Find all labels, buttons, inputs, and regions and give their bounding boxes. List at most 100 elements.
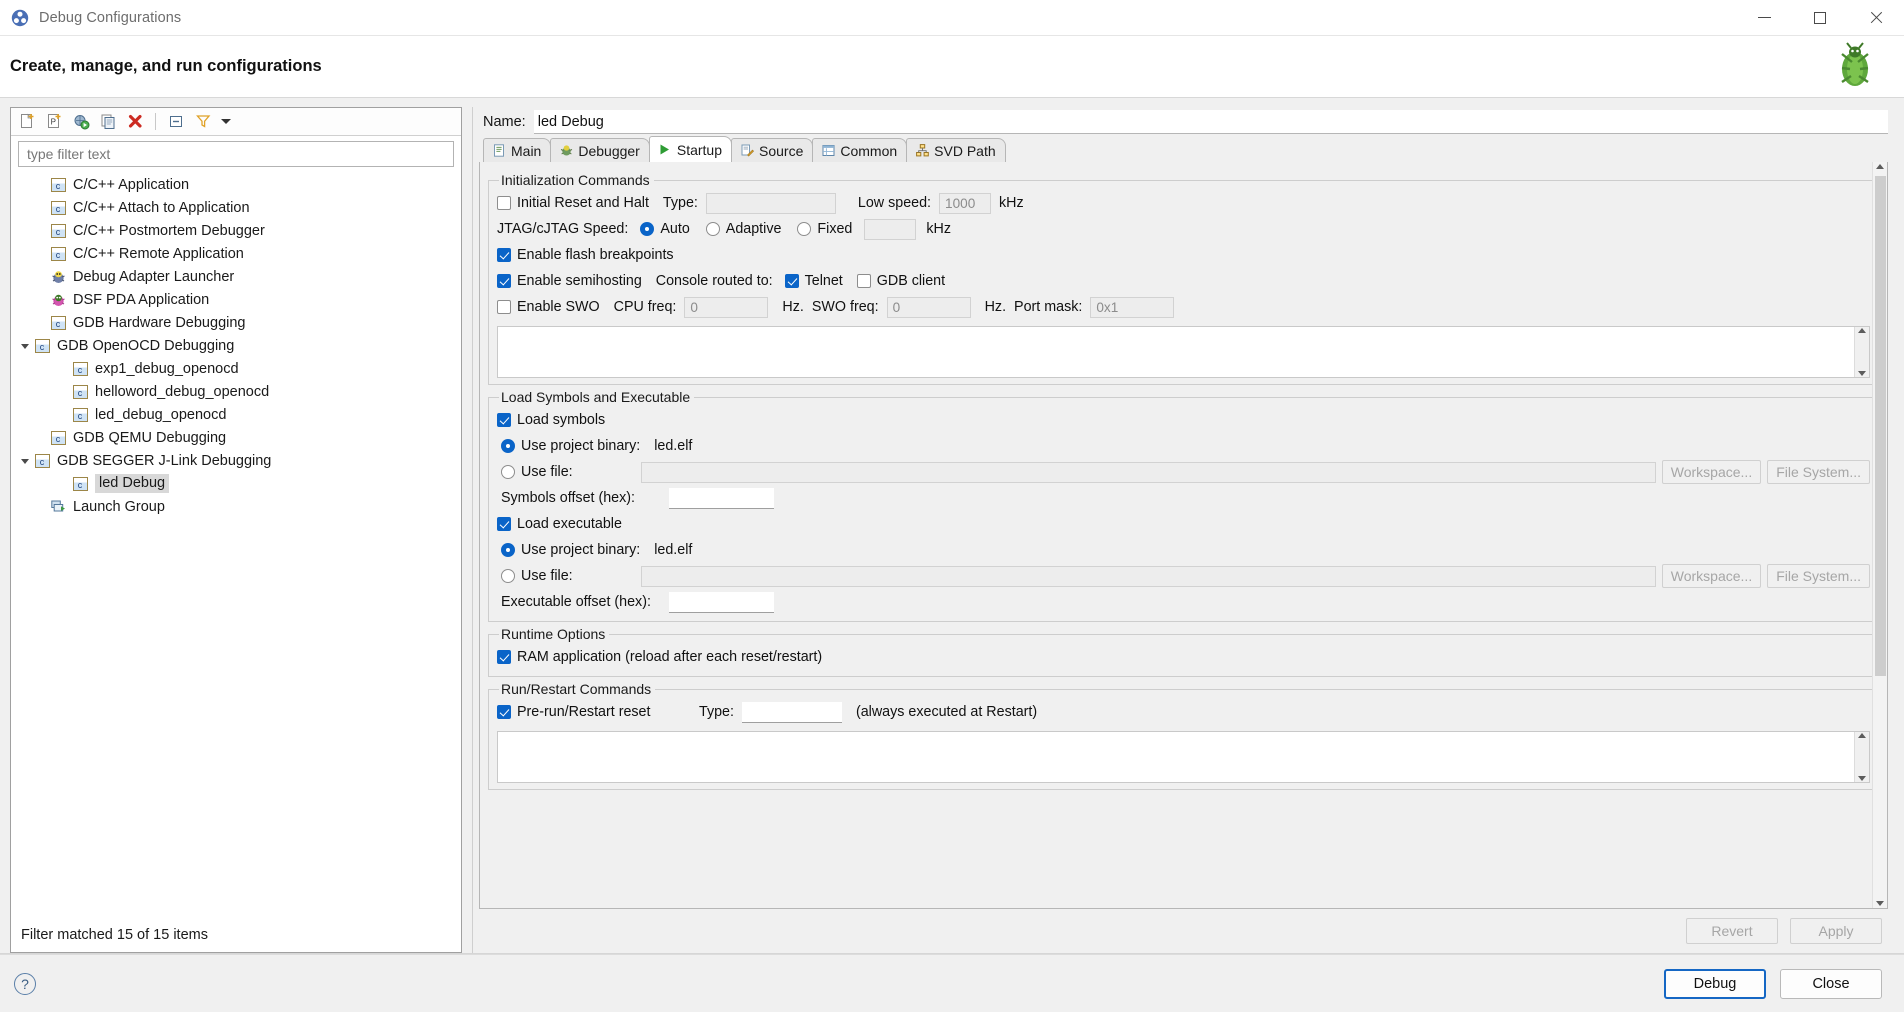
telnet-checkbox[interactable]	[784, 274, 799, 288]
tab-startup[interactable]: Startup	[648, 136, 732, 162]
export-icon[interactable]	[69, 111, 93, 133]
close-button[interactable]	[1848, 0, 1904, 36]
jtag-fixed-option[interactable]: Fixed	[797, 221, 852, 237]
tree-item-c-c-postmortem-debugger[interactable]: c C/C++ Postmortem Debugger	[11, 219, 461, 242]
tree-item-c-c-application[interactable]: c C/C++ Application	[11, 173, 461, 196]
executable-workspace-button[interactable]: Workspace...	[1661, 564, 1762, 588]
collapse-all-icon[interactable]	[164, 111, 188, 133]
prerun-type-input[interactable]	[741, 701, 842, 723]
scroll-up-icon[interactable]	[1858, 328, 1866, 333]
cpu-freq-input[interactable]	[684, 296, 769, 318]
restart-commands-textarea[interactable]	[498, 732, 1854, 782]
tree-item-c-c-attach-to-application[interactable]: c C/C++ Attach to Application	[11, 196, 461, 219]
prerun-restart-checkbox[interactable]	[497, 705, 511, 719]
tree-item-gdb-segger-j-link-debugging[interactable]: c GDB SEGGER J-Link Debugging	[11, 449, 461, 472]
maximize-button[interactable]	[1792, 0, 1848, 36]
load-symbols-checkbox[interactable]	[497, 413, 511, 427]
tree-item-exp1-debug-openocd[interactable]: c exp1_debug_openocd	[11, 357, 461, 380]
close-dialog-button[interactable]: Close	[1780, 968, 1882, 999]
symbols-offset-input[interactable]	[669, 487, 774, 509]
new-launch-configuration-icon[interactable]	[15, 111, 39, 133]
load-symbols-executable-group: Load Symbols and Executable Load symbols…	[488, 389, 1879, 622]
scroll-down-icon[interactable]	[1858, 371, 1866, 376]
tab-svd-path[interactable]: SVD Path	[906, 138, 1006, 162]
port-mask-input[interactable]	[1090, 296, 1175, 318]
configurations-tree[interactable]: c C/C++ Application c C/C++ Attach to Appli…	[11, 169, 461, 918]
apply-button[interactable]: Apply	[1790, 918, 1882, 944]
page-scroll-up-icon[interactable]	[1876, 164, 1884, 169]
executable-project-binary-radio[interactable]	[501, 543, 515, 557]
jtag-fixed-radio[interactable]	[797, 222, 812, 236]
tree-item-gdb-qemu-debugging[interactable]: c GDB QEMU Debugging	[11, 426, 461, 449]
executable-offset-input[interactable]	[669, 591, 774, 613]
load-executable-checkbox[interactable]	[497, 517, 511, 531]
symbols-project-binary-radio[interactable]	[501, 439, 515, 453]
new-prototype-icon[interactable]: P	[42, 111, 66, 133]
symbols-use-file-radio[interactable]	[501, 465, 515, 479]
tree-item-gdb-openocd-debugging[interactable]: c GDB OpenOCD Debugging	[11, 334, 461, 357]
init-commands-textarea-box[interactable]	[497, 326, 1870, 378]
scroll-down-icon[interactable]	[1858, 776, 1866, 781]
help-icon[interactable]: ?	[14, 972, 36, 995]
debug-button[interactable]: Debug	[1664, 968, 1766, 999]
initial-reset-type-input[interactable]	[705, 192, 836, 214]
page-scroll-down-icon[interactable]	[1876, 901, 1884, 906]
gdb-client-option[interactable]: GDB client	[856, 273, 945, 289]
close-icon	[1869, 11, 1883, 25]
tree-item-helloword-debug-openocd[interactable]: c helloword_debug_openocd	[11, 380, 461, 403]
jtag-adaptive-option[interactable]: Adaptive	[705, 221, 781, 237]
restart-commands-scrollbar[interactable]	[1854, 732, 1869, 782]
chevron-down-icon[interactable]	[17, 338, 33, 354]
jtag-adaptive-radio[interactable]	[705, 222, 720, 236]
startup-page-scrollbar[interactable]	[1872, 162, 1887, 908]
jtag-auto-option[interactable]: Auto	[640, 221, 690, 237]
swo-freq-input[interactable]	[886, 296, 971, 318]
scroll-up-icon[interactable]	[1858, 733, 1866, 738]
filter-input[interactable]	[25, 145, 447, 163]
tab-label: Source	[759, 142, 804, 159]
chevron-down-icon[interactable]	[17, 453, 33, 469]
enable-semihosting-checkbox[interactable]	[497, 274, 511, 288]
low-speed-input[interactable]	[939, 192, 992, 214]
tab-common[interactable]: Common	[812, 138, 908, 162]
executable-filesystem-button[interactable]: File System...	[1767, 564, 1870, 588]
minimize-button[interactable]	[1736, 0, 1792, 36]
symbols-use-file-input[interactable]	[641, 461, 1656, 483]
jtag-auto-radio[interactable]	[640, 222, 655, 236]
tree-item-c-c-remote-application[interactable]: c C/C++ Remote Application	[11, 242, 461, 265]
delete-icon[interactable]	[123, 111, 147, 133]
page-scroll-thumb[interactable]	[1874, 176, 1886, 676]
c-config-icon: c	[49, 315, 67, 331]
name-input[interactable]	[533, 110, 1888, 134]
ram-application-checkbox[interactable]	[497, 650, 511, 664]
enable-swo-checkbox[interactable]	[497, 300, 511, 314]
tab-strip[interactable]: Main Debugger Startup Source Common SVD Path	[479, 136, 1888, 163]
tab-debugger[interactable]: Debugger	[550, 138, 650, 162]
symbols-filesystem-button[interactable]: File System...	[1767, 460, 1870, 484]
duplicate-icon[interactable]	[96, 111, 120, 133]
tree-item-debug-adapter-launcher[interactable]: Debug Adapter Launcher	[11, 265, 461, 288]
tree-item-gdb-hardware-debugging[interactable]: c GDB Hardware Debugging	[11, 311, 461, 334]
tree-item-dsf-pda-application[interactable]: DSF PDA Application	[11, 288, 461, 311]
revert-button[interactable]: Revert	[1686, 918, 1778, 944]
tree-item-led-debug-openocd[interactable]: c led_debug_openocd	[11, 403, 461, 426]
tree-item-led-debug[interactable]: c led Debug	[11, 472, 461, 495]
executable-use-file-input[interactable]	[641, 565, 1656, 587]
view-menu-caret-icon[interactable]	[218, 111, 234, 133]
telnet-option[interactable]: Telnet	[784, 273, 843, 289]
symbols-workspace-button[interactable]: Workspace...	[1661, 460, 1762, 484]
initial-reset-checkbox[interactable]	[497, 196, 511, 210]
enable-flash-breakpoints-checkbox[interactable]	[497, 248, 511, 262]
tab-main[interactable]: Main	[483, 138, 552, 162]
jtag-fixed-input[interactable]	[864, 218, 917, 240]
filter-icon[interactable]	[191, 111, 215, 133]
init-commands-textarea[interactable]	[498, 327, 1854, 377]
tree-item-label: C/C++ Application	[73, 176, 190, 193]
tree-item-launch-group[interactable]: Launch Group	[11, 495, 461, 518]
executable-use-file-radio[interactable]	[501, 569, 515, 583]
filter-box[interactable]	[18, 141, 454, 167]
gdb-client-checkbox[interactable]	[856, 274, 871, 288]
init-commands-scrollbar[interactable]	[1854, 327, 1869, 377]
restart-commands-textarea-box[interactable]	[497, 731, 1870, 783]
tab-source[interactable]: Source	[731, 138, 814, 162]
